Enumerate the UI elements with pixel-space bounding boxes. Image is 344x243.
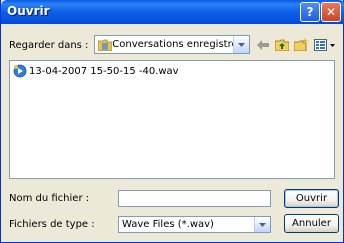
file-list[interactable]: 13-04-2007 15-50-15 -40.wav	[9, 60, 335, 179]
title-bar[interactable]: Ouvrir ? ✕	[1, 0, 344, 24]
view-menu-icon[interactable]	[312, 36, 338, 53]
open-dialog: Ouvrir ? ✕ Regarder dans : Conversations…	[0, 0, 344, 243]
up-folder-icon[interactable]	[273, 36, 290, 53]
open-button[interactable]: Ouvrir	[284, 189, 339, 208]
chevron-down-icon	[259, 222, 266, 227]
folder-icon	[98, 39, 112, 51]
cancel-button[interactable]: Annuler	[284, 214, 339, 233]
close-icon: ✕	[325, 5, 337, 19]
filetype-dropdown-arrow[interactable]	[254, 217, 270, 232]
filetype-dropdown[interactable]: Wave Files (*.wav)	[118, 216, 271, 233]
lookin-value: Conversations enregistrées	[112, 39, 249, 50]
window-title: Ouvrir	[7, 4, 50, 18]
filename-input[interactable]	[118, 190, 271, 207]
question-mark-icon: ?	[306, 5, 314, 19]
close-button[interactable]: ✕	[321, 2, 341, 22]
help-button[interactable]: ?	[300, 2, 320, 22]
lookin-dropdown[interactable]: Conversations enregistrées	[94, 35, 250, 54]
filename-label: Nom du fichier :	[9, 193, 90, 204]
back-arrow-icon[interactable]	[254, 36, 271, 53]
new-folder-icon[interactable]	[292, 36, 309, 53]
list-item[interactable]: 13-04-2007 15-50-15 -40.wav	[13, 64, 179, 78]
chevron-down-icon	[238, 42, 245, 47]
filetype-value: Wave Files (*.wav)	[122, 219, 214, 230]
wav-file-icon	[13, 64, 27, 78]
filetype-label: Fichiers de type :	[9, 219, 95, 230]
lookin-dropdown-arrow[interactable]	[233, 36, 249, 53]
lookin-label: Regarder dans :	[9, 40, 89, 51]
file-name: 13-04-2007 15-50-15 -40.wav	[29, 65, 179, 77]
